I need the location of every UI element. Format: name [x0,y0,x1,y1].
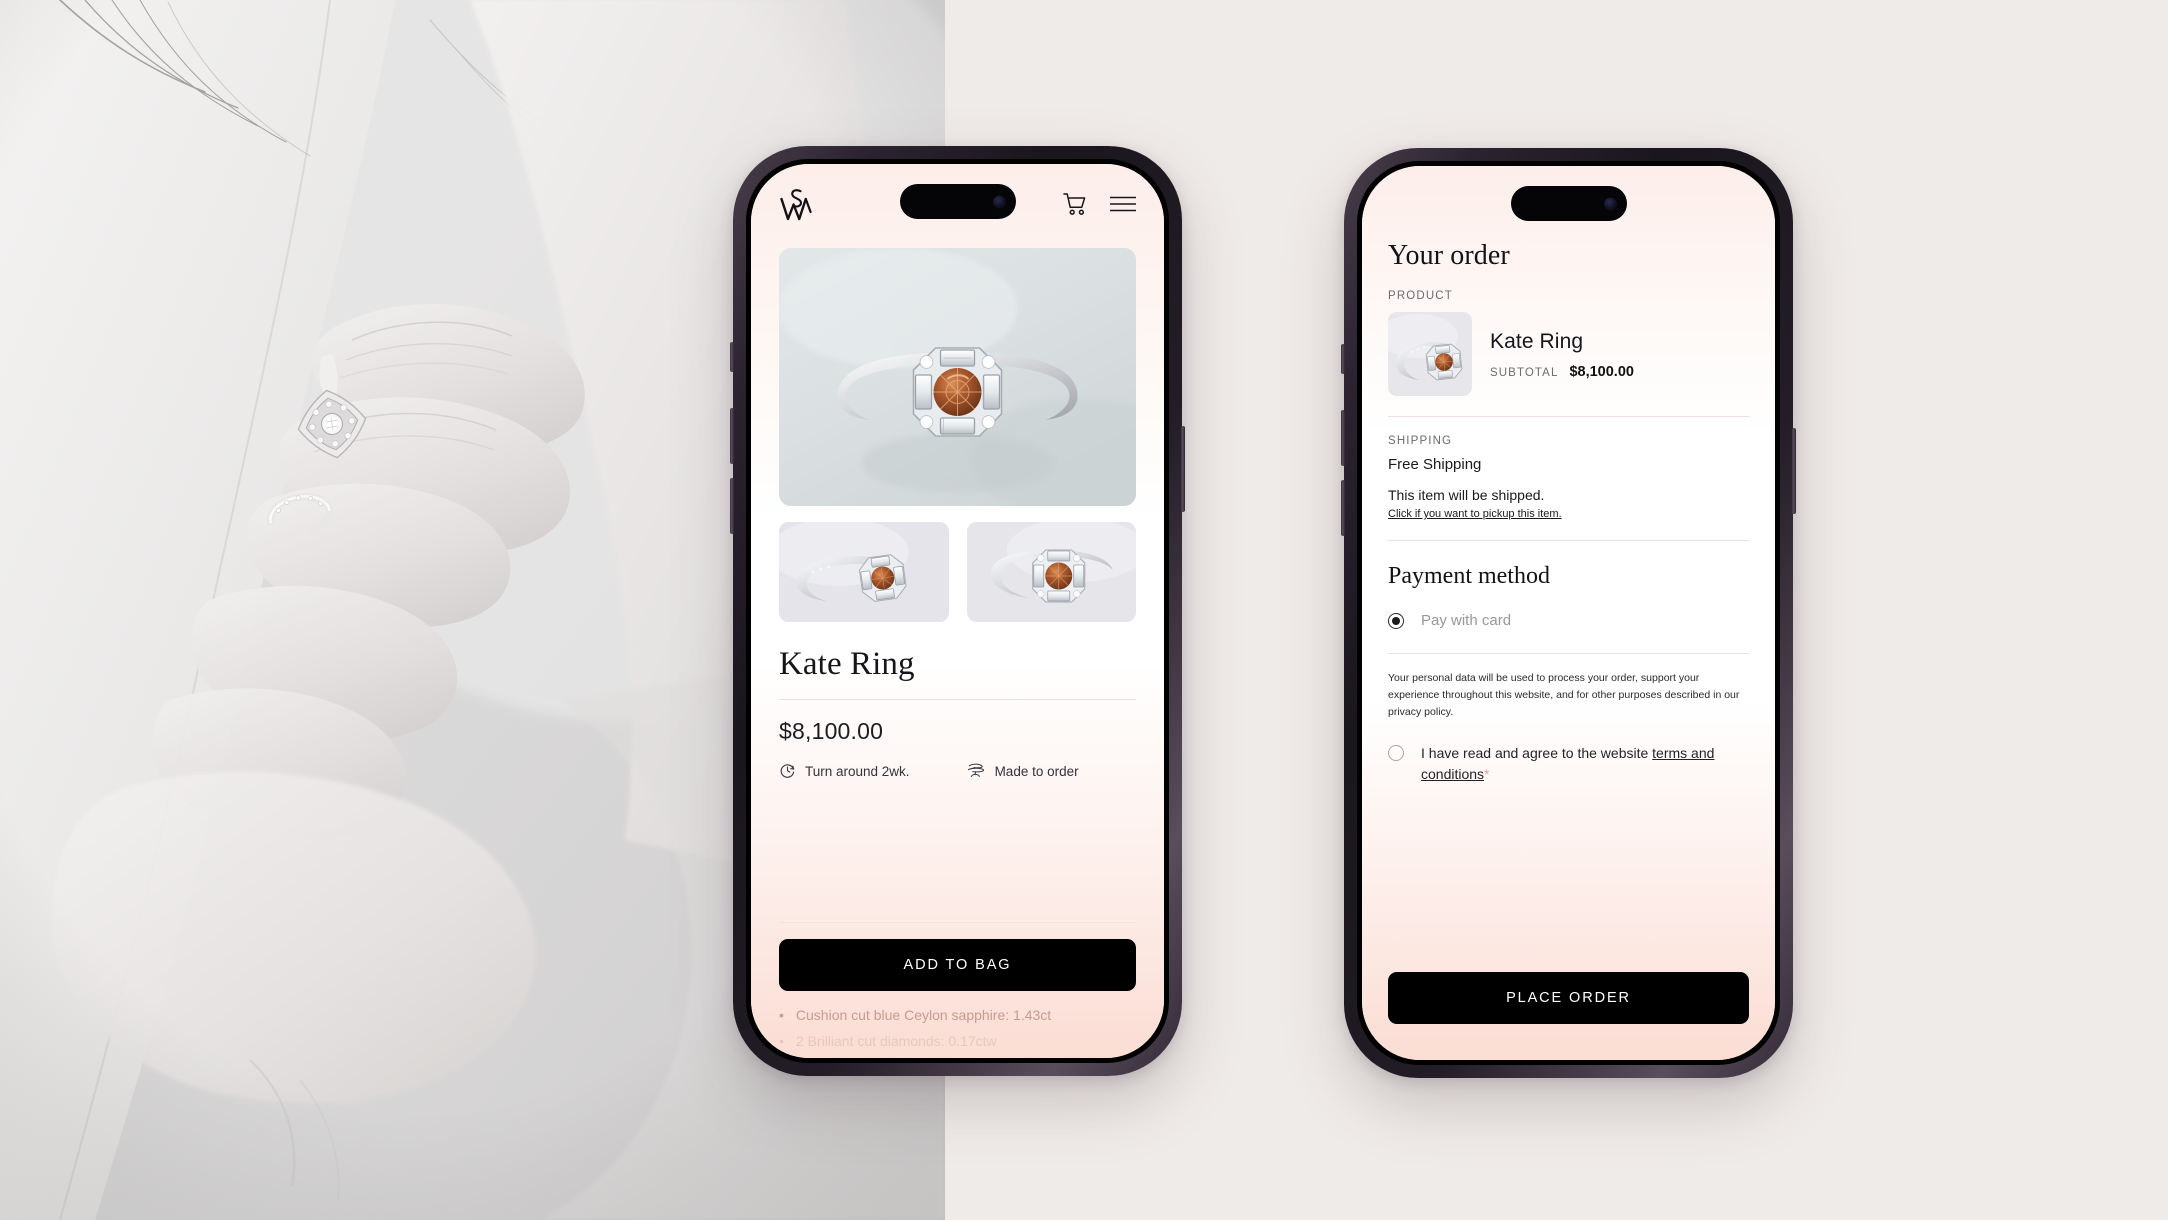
checkout-cta-area: PLACE ORDER [1388,972,1749,1060]
list-item: • Cushion cut blue Ceylon sapphire: 1.43… [779,1005,1136,1027]
order-product-row: Kate Ring SUBTOTAL $8,100.00 [1388,312,1749,396]
clock-turnaround-icon [779,762,796,782]
payment-option-label: Pay with card [1421,612,1512,629]
order-subtotal-row: SUBTOTAL $8,100.00 [1490,364,1634,380]
phone-volume-down-button[interactable] [730,478,734,534]
phone-power-button[interactable] [1792,428,1796,514]
divider [1388,653,1749,654]
terms-prefix: I have read and agree to the website [1421,745,1653,761]
product-thumbnail-1[interactable] [779,522,949,622]
divider [1388,540,1749,541]
bullet-icon: • [779,1033,784,1050]
front-camera-icon [992,195,1006,208]
shopping-cart-icon[interactable] [1063,192,1088,221]
list-item: • 2 Brilliant cut diamonds: 0.17ctw [779,1031,1136,1053]
privacy-policy-text: Your personal data will be used to proce… [1388,672,1740,718]
spec-text: Cushion cut blue Ceylon sapphire: 1.43ct [795,1006,1052,1023]
anvil-icon [966,761,986,782]
order-product-thumbnail[interactable] [1388,312,1472,396]
product-section-label: PRODUCT [1388,290,1453,302]
phone-bezel: Kate Ring $8,100.00 Turn around 2wk. Mad… [746,159,1169,1063]
divider [779,921,1136,923]
divider [779,699,1136,700]
radio-selected-icon[interactable] [1388,612,1404,629]
bullet-icon: • [779,1006,784,1023]
required-asterisk: * [1484,766,1490,782]
product-thumbnail-2[interactable] [966,522,1136,622]
pickup-link[interactable]: Click if you want to pickup this item. [1388,508,1749,520]
dynamic-island [899,184,1016,219]
order-product-name: Kate Ring [1490,330,1584,353]
meta-made-to-order-label: Made to order [994,764,1079,779]
subtotal-value: $8,100.00 [1569,364,1634,380]
terms-agreement-label: I have read and agree to the website ter… [1421,743,1749,785]
meta-made-to-order: Made to order [966,761,1079,782]
radio-unselected-icon[interactable] [1388,745,1404,761]
shipping-note: This item will be shipped. [1388,487,1545,503]
place-order-button[interactable]: PLACE ORDER [1388,972,1749,1024]
divider [1388,416,1749,417]
phone-checkout: Your order PRODUCT Kate Ring SUBTOTAL $8… [1341,148,1796,1078]
phone-volume-down-button[interactable] [1341,480,1345,536]
shipping-method: Free Shipping [1388,456,1482,473]
product-hero-image[interactable] [779,248,1136,506]
product-price: $8,100.00 [779,718,884,744]
spec-text: 2 Brilliant cut diamonds: 0.17ctw [795,1033,997,1050]
phone-product-detail: Kate Ring $8,100.00 Turn around 2wk. Mad… [730,146,1185,1076]
shipping-section-label: SHIPPING [1388,435,1453,447]
phone-bezel: Your order PRODUCT Kate Ring SUBTOTAL $8… [1357,161,1780,1065]
product-specs-list: • Cushion cut blue Ceylon sapphire: 1.43… [751,991,1164,1058]
meta-turnaround-label: Turn around 2wk. [805,764,910,779]
product-thumbnail-gallery [779,522,1136,622]
product-meta-row: Turn around 2wk. Made to order [779,761,1136,782]
phone-volume-up-button[interactable] [1341,410,1345,466]
pdp-content: Kate Ring $8,100.00 Turn around 2wk. Mad… [751,248,1164,922]
meta-turnaround: Turn around 2wk. [779,762,910,782]
hamburger-menu-icon[interactable] [1109,196,1137,217]
phones-scene: Kate Ring $8,100.00 Turn around 2wk. Mad… [730,0,2168,1220]
brand-logo-monogram[interactable] [779,188,813,224]
phone-power-button[interactable] [1181,426,1185,512]
phone-mute-switch[interactable] [1341,344,1345,374]
dynamic-island [1510,186,1627,221]
phone-mute-switch[interactable] [730,342,734,372]
subtotal-label: SUBTOTAL [1490,367,1559,379]
phone-volume-up-button[interactable] [730,408,734,464]
product-title: Kate Ring [779,646,915,682]
terms-agreement-row[interactable]: I have read and agree to the website ter… [1388,743,1749,785]
front-camera-icon [1603,197,1617,210]
pdp-screen: Kate Ring $8,100.00 Turn around 2wk. Mad… [751,164,1164,1058]
payment-option-pay-with-card[interactable]: Pay with card [1388,612,1749,629]
checkout-screen: Your order PRODUCT Kate Ring SUBTOTAL $8… [1362,166,1775,1060]
payment-method-heading: Payment method [1388,563,1550,589]
add-to-bag-button[interactable]: ADD TO BAG [779,938,1136,991]
order-heading: Your order [1388,240,1510,271]
pdp-cta-area: ADD TO BAG [751,921,1164,991]
